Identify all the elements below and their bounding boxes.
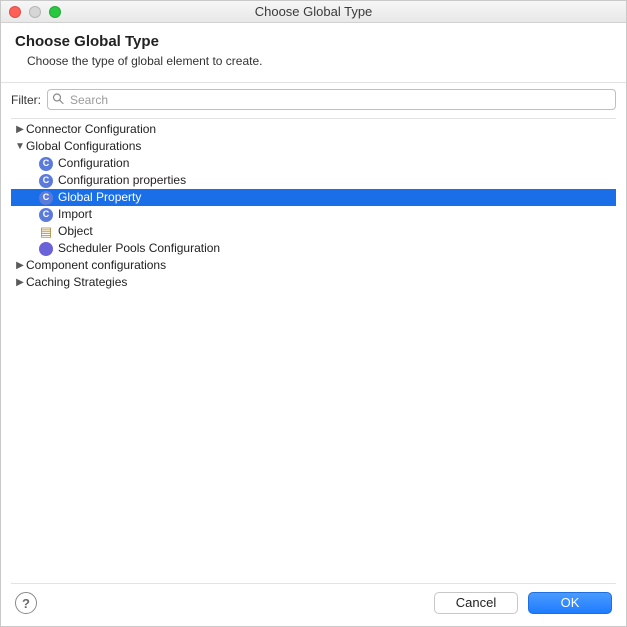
tree-item-global-property[interactable]: C Global Property <box>11 189 616 206</box>
tree-item-connector-configuration[interactable]: ▶ Connector Configuration <box>11 121 616 138</box>
tree-item-label: Connector Configuration <box>25 121 156 138</box>
tree-item-label: Configuration <box>57 155 129 172</box>
chevron-right-icon[interactable]: ▶ <box>15 121 25 138</box>
tree-item-label: Object <box>57 223 93 240</box>
chevron-down-icon[interactable]: ▼ <box>15 138 25 155</box>
search-input[interactable] <box>47 89 616 110</box>
cancel-button[interactable]: Cancel <box>434 592 518 614</box>
filter-row: Filter: <box>1 83 626 118</box>
tree-container[interactable]: ▶ Connector Configuration ▼ Global Confi… <box>11 118 616 584</box>
tree-item-global-configurations[interactable]: ▼ Global Configurations <box>11 138 616 155</box>
tree-item-label: Component configurations <box>25 257 166 274</box>
dialog-footer: ? Cancel OK <box>1 584 626 626</box>
scheduler-icon <box>39 242 53 256</box>
zoom-icon[interactable] <box>49 6 61 18</box>
window-controls <box>9 6 61 18</box>
page-subtitle: Choose the type of global element to cre… <box>27 54 612 68</box>
ok-button[interactable]: OK <box>528 592 612 614</box>
tree-item-configuration[interactable]: C Configuration <box>11 155 616 172</box>
tree-item-label: Scheduler Pools Configuration <box>57 240 220 257</box>
tree-item-label: Global Configurations <box>25 138 141 155</box>
search-wrap <box>47 89 616 110</box>
tree-item-label: Configuration properties <box>57 172 186 189</box>
window-title: Choose Global Type <box>1 4 626 19</box>
dialog-window: Choose Global Type Choose Global Type Ch… <box>0 0 627 627</box>
dialog-header: Choose Global Type Choose the type of gl… <box>1 23 626 83</box>
mule-config-icon: C <box>39 174 53 188</box>
tree-item-import[interactable]: C Import <box>11 206 616 223</box>
chevron-right-icon[interactable]: ▶ <box>15 257 25 274</box>
tree: ▶ Connector Configuration ▼ Global Confi… <box>11 119 616 293</box>
object-icon: ▤ <box>39 225 53 239</box>
button-label: OK <box>561 595 580 610</box>
tree-item-label: Global Property <box>57 189 141 206</box>
tree-item-component-configurations[interactable]: ▶ Component configurations <box>11 257 616 274</box>
tree-item-label: Caching Strategies <box>25 274 127 291</box>
close-icon[interactable] <box>9 6 21 18</box>
button-label: Cancel <box>456 595 496 610</box>
titlebar: Choose Global Type <box>1 1 626 23</box>
tree-item-label: Import <box>57 206 92 223</box>
page-title: Choose Global Type <box>15 33 612 50</box>
mule-config-icon: C <box>39 208 53 222</box>
help-icon: ? <box>22 596 30 611</box>
tree-item-object[interactable]: ▤ Object <box>11 223 616 240</box>
filter-label: Filter: <box>11 93 41 107</box>
help-button[interactable]: ? <box>15 592 37 614</box>
tree-item-configuration-properties[interactable]: C Configuration properties <box>11 172 616 189</box>
mule-config-icon: C <box>39 191 53 205</box>
chevron-right-icon[interactable]: ▶ <box>15 274 25 291</box>
tree-item-caching-strategies[interactable]: ▶ Caching Strategies <box>11 274 616 291</box>
mule-config-icon: C <box>39 157 53 171</box>
tree-item-scheduler-pools[interactable]: Scheduler Pools Configuration <box>11 240 616 257</box>
minimize-icon <box>29 6 41 18</box>
